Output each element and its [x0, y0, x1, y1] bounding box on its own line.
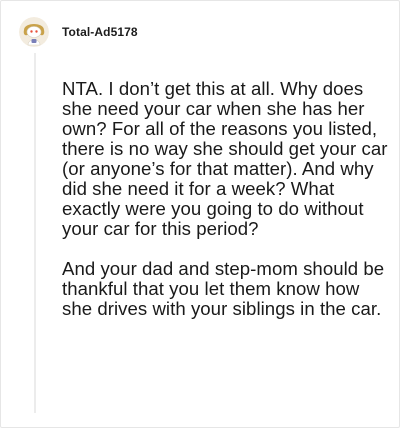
comment-paragraph: NTA. I don’t get this at all. Why does s… [62, 78, 388, 239]
comment-author-username[interactable]: Total-Ad5178 [62, 25, 138, 39]
comment-paragraph: And your dad and step-mom should be than… [62, 258, 385, 319]
user-avatar[interactable] [19, 17, 49, 47]
reddit-snoo-avatar-icon [19, 17, 49, 47]
comment-card: Total-Ad5178 NTA. I don’t get this at al… [0, 0, 400, 428]
comment-body: NTA. I don’t get this at all. Why does s… [62, 79, 392, 339]
thread-collapse-line[interactable] [34, 53, 36, 413]
